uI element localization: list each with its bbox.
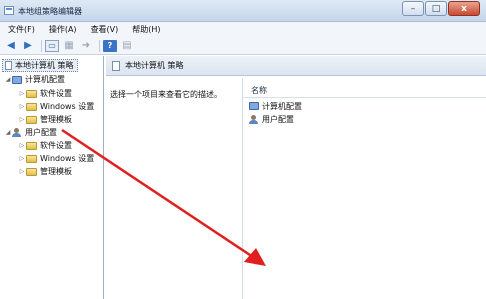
folder-icon — [26, 154, 37, 163]
tree-item-label: 软件设置 — [40, 89, 72, 98]
column-header-label: 名称 — [251, 86, 267, 95]
tree-root-label: 本地计算机 策略 — [15, 61, 74, 70]
menu-file[interactable]: 文件(F) — [8, 24, 35, 35]
tree-item-admin-templates[interactable]: ▷ 管理模板 — [18, 113, 72, 126]
tree-item-label: 计算机配置 — [25, 75, 65, 84]
folder-icon — [26, 167, 37, 176]
tree-item-label: 用户配置 — [25, 128, 57, 137]
folder-icon — [26, 141, 37, 150]
tree-item-label: 管理模板 — [40, 115, 72, 124]
policy-icon — [5, 61, 12, 70]
folder-icon — [26, 89, 37, 98]
properties-icon[interactable]: ▤ — [120, 40, 134, 52]
minimize-button[interactable]: – — [402, 1, 424, 16]
tree-item-software-settings[interactable]: ▷ 软件设置 — [18, 87, 72, 100]
policy-icon — [112, 60, 120, 71]
computer-icon — [249, 102, 259, 110]
app-icon — [4, 6, 14, 15]
folder-icon — [26, 102, 37, 111]
window-title: 本地组策略编辑器 — [18, 7, 82, 16]
content-pane: 本地计算机 策略 选择一个项目来查看它的描述。 名称 计算机配置 用户配置 — [106, 56, 486, 299]
window-controls: – □ x — [401, 1, 480, 17]
user-icon — [12, 128, 22, 137]
close-button[interactable]: x — [448, 1, 480, 16]
list-panel: 名称 计算机配置 用户配置 — [242, 78, 486, 299]
tree-item-admin-templates[interactable]: ▷ 管理模板 — [18, 165, 72, 178]
toolbar-separator — [99, 39, 100, 52]
content-title: 本地计算机 策略 — [125, 61, 184, 70]
expand-icon[interactable]: ▷ — [18, 142, 26, 149]
toolbar: ◀ ▶ ▭ ▦ ➜ ? ▤ — [0, 37, 486, 55]
tree-root[interactable]: 本地计算机 策略 — [2, 59, 78, 72]
export-icon[interactable]: ➜ — [79, 40, 93, 52]
folder-icon[interactable]: ▭ — [45, 39, 59, 52]
expand-icon[interactable]: ▷ — [18, 90, 26, 97]
description-text: 选择一个项目来查看它的描述。 — [110, 90, 222, 99]
forward-arrow-icon[interactable]: ▶ — [21, 40, 35, 52]
tree-item-label: 管理模板 — [40, 167, 72, 176]
expand-icon[interactable]: ▷ — [18, 116, 26, 123]
list-item-label: 用户配置 — [262, 114, 294, 124]
computer-icon — [12, 75, 22, 84]
tree-item-computer-config[interactable]: ◢ 计算机配置 — [4, 73, 65, 86]
tree-item-label: 软件设置 — [40, 141, 72, 150]
tree-item-windows-settings[interactable]: ▷ Windows 设置 — [18, 100, 95, 113]
maximize-button[interactable]: □ — [425, 1, 447, 16]
user-icon — [249, 114, 259, 124]
tree-item-user-config[interactable]: ◢ 用户配置 — [4, 126, 57, 139]
tree-pane: 本地计算机 策略 ◢ 计算机配置 ▷ 软件设置 ▷ Windows 设置 ▷ 管… — [0, 56, 104, 299]
folder-icon — [26, 115, 37, 124]
tree-item-software-settings[interactable]: ▷ 软件设置 — [18, 139, 72, 152]
expand-icon[interactable]: ▷ — [18, 103, 26, 110]
toolbar-separator — [41, 39, 42, 52]
tree-item-label: Windows 设置 — [40, 154, 95, 163]
expand-icon[interactable]: ▷ — [18, 168, 26, 175]
list-item[interactable]: 计算机配置 — [249, 100, 302, 112]
tree-item-label: Windows 设置 — [40, 102, 95, 111]
menu-action[interactable]: 操作(A) — [49, 24, 77, 35]
menu-view[interactable]: 查看(V) — [91, 24, 119, 35]
menu-bar: 文件(F) 操作(A) 查看(V) 帮助(H) — [0, 22, 486, 37]
menu-help[interactable]: 帮助(H) — [132, 24, 160, 35]
title-bar: 本地组策略编辑器 – □ x — [0, 0, 486, 22]
help-icon[interactable]: ? — [103, 39, 117, 52]
expand-icon[interactable]: ▷ — [18, 155, 26, 162]
list-item-label: 计算机配置 — [262, 101, 302, 111]
list-item[interactable]: 用户配置 — [249, 113, 294, 125]
collapse-icon[interactable]: ◢ — [4, 129, 12, 136]
back-arrow-icon[interactable]: ◀ — [4, 40, 18, 52]
tree-item-windows-settings[interactable]: ▷ Windows 设置 — [18, 152, 95, 165]
content-header: 本地计算机 策略 — [106, 56, 486, 76]
grid-icon[interactable]: ▦ — [62, 40, 76, 52]
collapse-icon[interactable]: ◢ — [4, 76, 12, 83]
column-header-name[interactable]: 名称 — [243, 84, 486, 98]
